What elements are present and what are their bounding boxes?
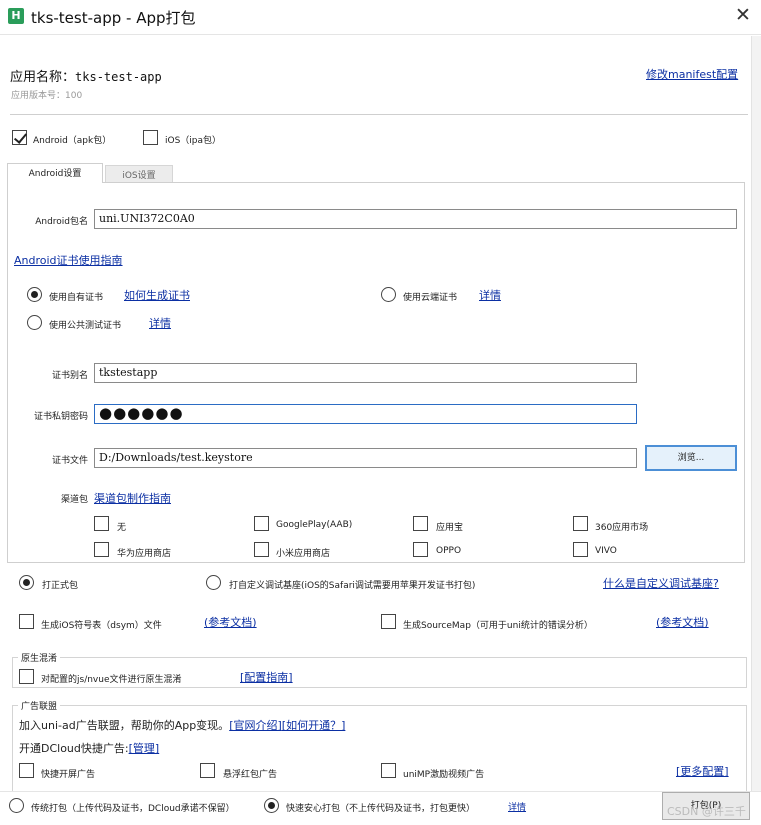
ios-checkbox[interactable] (143, 130, 158, 145)
channel-vivo-checkbox[interactable] (573, 542, 588, 557)
ad-intro-line: 加入uni-ad广告联盟，帮助你的App变现。[官网介绍][如何开通？] (19, 719, 346, 732)
video-ad-checkbox[interactable] (381, 763, 396, 778)
traditional-pack-label: 传统打包（上传代码及证书，DCloud承诺不保留） (31, 804, 235, 814)
fast-pack-label: 快速安心打包（不上传代码及证书，打包更快） (286, 804, 476, 814)
sourcemap-label: 生成SourceMap（可用于uni统计的错误分析） (403, 621, 593, 631)
ad-howto-link[interactable]: [如何开通？] (282, 719, 346, 732)
sourcemap-doc-link[interactable]: (参考文档) (656, 614, 709, 630)
android-label: Android（apk包） (33, 136, 112, 146)
channel-360-checkbox[interactable] (573, 516, 588, 531)
channel-xiaomi-checkbox[interactable] (254, 542, 269, 557)
cert-file-label: 证书文件 (51, 456, 88, 466)
public-cert-label: 使用公共测试证书 (49, 321, 122, 331)
ad-intro-link[interactable]: [官网介绍] (229, 719, 282, 732)
dsym-checkbox[interactable] (19, 614, 34, 629)
ad-dcloud-line: 开通DCloud快捷广告:[管理] (19, 742, 160, 755)
splash-ad-checkbox[interactable] (19, 763, 34, 778)
channel-label-xiaomi: 小米应用商店 (276, 549, 331, 559)
video-ad-label: uniMP激励视频广告 (403, 770, 485, 780)
custom-base-label: 打自定义调试基座(iOS的Safari调试需要用苹果开发证书打包) (229, 581, 476, 591)
fast-pack-detail-link[interactable]: 详情 (508, 800, 526, 813)
package-name-input[interactable]: uni.UNI372C0A0 (94, 209, 737, 229)
ios-label: iOS（ipa包） (165, 136, 222, 146)
sourcemap-checkbox[interactable] (381, 614, 396, 629)
divider (10, 114, 748, 115)
channel-label-none: 无 (117, 523, 127, 533)
bottom-bar: 传统打包（上传代码及证书，DCloud承诺不保留） 快速安心打包（不上传代码及证… (0, 791, 761, 825)
cert-password-input[interactable]: ●●●●●● (94, 404, 637, 424)
cloud-cert-detail-link[interactable]: 详情 (479, 287, 501, 303)
watermark: CSDN @许三千 (667, 805, 746, 818)
obfuscation-checkbox[interactable] (19, 669, 34, 684)
android-cert-guide-link[interactable]: Android证书使用指南 (14, 252, 123, 268)
cert-file-input[interactable]: D:/Downloads/test.keystore (94, 448, 637, 468)
channel-label-oppo: OPPO (436, 546, 462, 556)
how-to-generate-cert-link[interactable]: 如何生成证书 (124, 287, 190, 303)
cloud-cert-label: 使用云端证书 (403, 293, 458, 303)
obfuscation-guide-link[interactable]: [配置指南] (240, 669, 293, 685)
scrollbar[interactable] (751, 36, 761, 791)
ad-union-title: 广告联盟 (18, 699, 61, 712)
tab-ios-settings[interactable]: iOS设置 (105, 165, 173, 183)
own-cert-label: 使用自有证书 (49, 293, 104, 303)
android-checkbox[interactable] (12, 130, 27, 145)
channel-label-vivo: VIVO (595, 546, 617, 556)
public-cert-radio[interactable] (27, 315, 42, 330)
own-cert-radio[interactable] (27, 287, 42, 302)
fast-pack-radio[interactable] (264, 798, 279, 813)
close-icon[interactable]: ✕ (735, 4, 751, 26)
channel-none-checkbox[interactable] (94, 516, 109, 531)
redpacket-ad-label: 悬浮红包广告 (223, 770, 278, 780)
channel-label-huawei: 华为应用商店 (117, 549, 172, 559)
obfuscation-label: 对配置的js/nvue文件进行原生混淆 (41, 675, 182, 685)
app-name: 应用名称：tks-test-app (10, 70, 162, 85)
formal-build-label: 打正式包 (42, 581, 79, 591)
tab-android-settings[interactable]: Android设置 (7, 163, 103, 183)
public-cert-detail-link[interactable]: 详情 (149, 315, 171, 331)
channel-label-googleplay: GooglePlay(AAB) (276, 520, 353, 530)
traditional-pack-radio[interactable] (9, 798, 24, 813)
cert-alias-input[interactable]: tkstestapp (94, 363, 637, 383)
hbuilder-logo-icon: H (8, 8, 24, 24)
title-bar: H tks-test-app - App打包 ✕ (0, 0, 761, 35)
dsym-doc-link[interactable]: (参考文档) (204, 614, 257, 630)
window-title: tks-test-app - App打包 (31, 9, 196, 27)
channel-oppo-checkbox[interactable] (413, 542, 428, 557)
splash-ad-label: 快捷开屏广告 (41, 770, 96, 780)
app-version: 应用版本号：100 (11, 91, 83, 101)
cert-password-label: 证书私钥密码 (33, 412, 88, 422)
cloud-cert-radio[interactable] (381, 287, 396, 302)
browse-button[interactable]: 浏览... (645, 445, 737, 471)
channel-label: 渠道包 (60, 495, 88, 505)
redpacket-ad-checkbox[interactable] (200, 763, 215, 778)
cert-alias-label: 证书别名 (51, 371, 88, 381)
formal-build-radio[interactable] (19, 575, 34, 590)
ad-manage-link[interactable]: [管理] (129, 742, 160, 755)
ad-more-config-link[interactable]: [更多配置] (676, 763, 729, 779)
manifest-link[interactable]: 修改manifest配置 (646, 66, 738, 82)
channel-guide-link[interactable]: 渠道包制作指南 (94, 490, 171, 506)
channel-yingyongbao-checkbox[interactable] (413, 516, 428, 531)
custom-base-help-link[interactable]: 什么是自定义调试基座? (603, 575, 719, 591)
channel-googleplay-checkbox[interactable] (254, 516, 269, 531)
dsym-label: 生成iOS符号表（dsym）文件 (41, 621, 162, 631)
custom-base-radio[interactable] (206, 575, 221, 590)
obfuscation-title: 原生混淆 (18, 651, 61, 664)
package-name-label: Android包名 (35, 217, 88, 227)
channel-huawei-checkbox[interactable] (94, 542, 109, 557)
channel-label-360: 360应用市场 (595, 523, 649, 533)
channel-label-yingyongbao: 应用宝 (436, 523, 464, 533)
